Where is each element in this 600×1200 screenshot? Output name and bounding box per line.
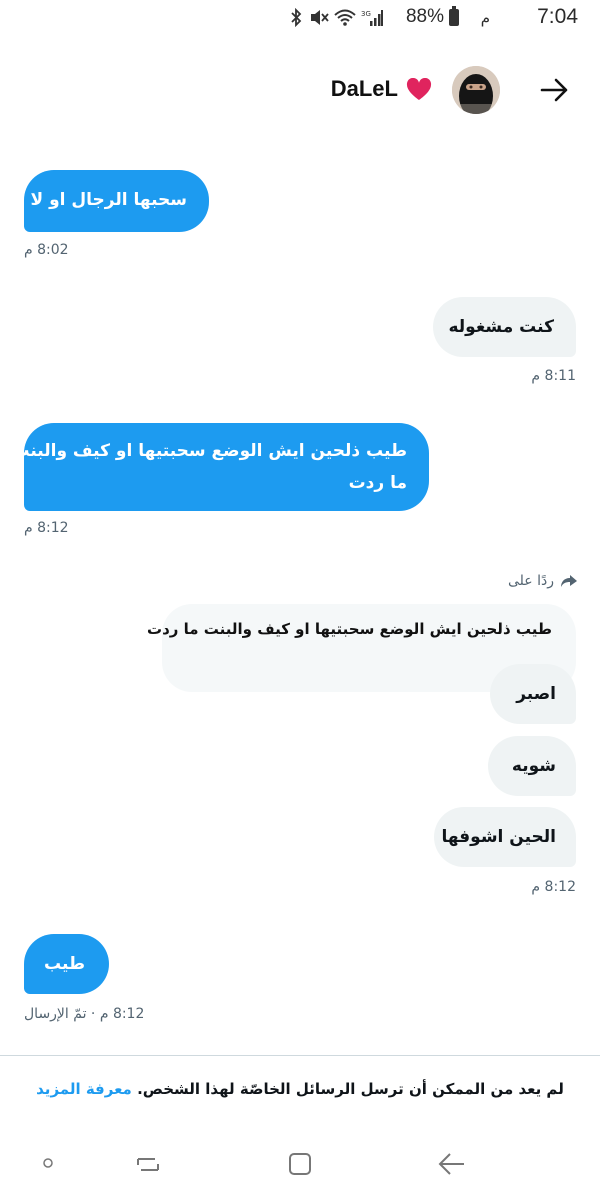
message-text: الحين اشوفها bbox=[441, 827, 556, 847]
reply-indicator: ردًا على bbox=[508, 573, 578, 589]
heart-icon bbox=[406, 77, 432, 100]
message-timestamp: 8:02 م bbox=[24, 242, 69, 258]
message-text-line: ما ردت bbox=[348, 473, 407, 493]
bluetooth-icon bbox=[291, 8, 302, 27]
reply-arrow-icon bbox=[561, 575, 577, 587]
circle-dot-icon[interactable] bbox=[41, 1156, 55, 1170]
message-text: سحبها الرجال او لا bbox=[30, 190, 188, 210]
reply-label-text: ردًا على bbox=[508, 573, 554, 589]
message-text-line: طيب ذلحين ايش الوضع سحبتيها او كيف والبن… bbox=[12, 441, 407, 461]
message-timestamp: 8:12 م bbox=[24, 520, 69, 536]
message-timestamp: 8:12 م bbox=[531, 879, 576, 895]
quoted-message-text: طيب ذلحين ايش الوضع سحبتيها او كيف والبن… bbox=[147, 620, 552, 638]
message-bubble-sent[interactable]: طيب bbox=[24, 934, 109, 994]
contact-title: DaLeL bbox=[331, 76, 432, 102]
battery-level: 88% bbox=[405, 6, 444, 27]
back-nav-icon[interactable] bbox=[437, 1151, 467, 1177]
recents-icon[interactable] bbox=[135, 1151, 161, 1177]
message-bubble-received[interactable]: الحين اشوفها bbox=[434, 807, 576, 867]
message-timestamp-status: 8:12 م · تمّ الإرسال bbox=[24, 1006, 145, 1022]
message-bubble-received[interactable]: اصبر bbox=[490, 664, 576, 724]
message-text: كنت مشغوله bbox=[448, 317, 554, 337]
status-bar: 3G 88% م 7:04 bbox=[0, 0, 600, 36]
footer-divider bbox=[0, 1055, 600, 1056]
avatar-image bbox=[452, 66, 500, 114]
message-bubble-received[interactable]: شويه bbox=[488, 736, 576, 796]
arrow-right-icon[interactable] bbox=[538, 74, 570, 106]
message-text: شويه bbox=[511, 756, 556, 776]
status-time: 7:04 bbox=[537, 5, 578, 28]
contact-name: DaLeL bbox=[330, 76, 398, 101]
android-nav-bar bbox=[0, 1135, 600, 1200]
signal-3g-icon: 3G bbox=[361, 10, 383, 26]
status-ampm: م bbox=[480, 9, 490, 27]
message-text: اصبر bbox=[516, 684, 556, 704]
conversation-header: DaLeL bbox=[0, 36, 600, 146]
learn-more-link[interactable]: معرفة المزيد bbox=[36, 1080, 132, 1098]
avatar[interactable] bbox=[452, 66, 500, 114]
message-timestamp: 8:11 م bbox=[531, 368, 576, 384]
message-bubble-sent[interactable]: سحبها الرجال او لا bbox=[24, 170, 209, 232]
home-icon[interactable] bbox=[287, 1151, 313, 1177]
notice-text: لم يعد من الممكن أن ترسل الرسائل الخاصّة… bbox=[137, 1080, 564, 1098]
svg-text:3G: 3G bbox=[361, 10, 371, 18]
dm-disabled-notice: لم يعد من الممكن أن ترسل الرسائل الخاصّة… bbox=[0, 1080, 600, 1098]
wifi-icon bbox=[334, 9, 356, 26]
message-text: طيب bbox=[44, 954, 85, 974]
message-bubble-received[interactable]: كنت مشغوله bbox=[433, 297, 576, 357]
message-bubble-sent[interactable]: طيب ذلحين ايش الوضع سحبتيها او كيف والبن… bbox=[12, 423, 429, 511]
battery-icon bbox=[449, 6, 459, 26]
mute-icon bbox=[311, 10, 329, 25]
